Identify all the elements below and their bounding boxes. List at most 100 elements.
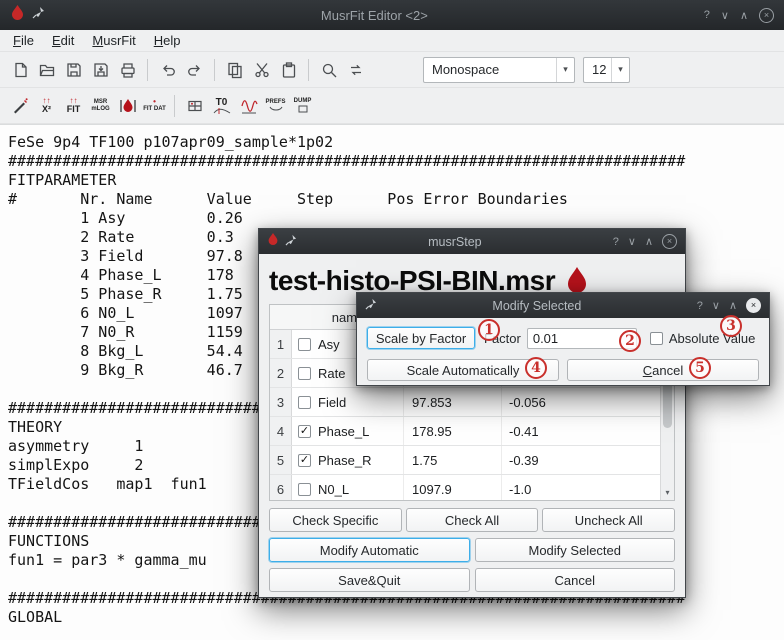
- calc-chisq-icon[interactable]: ↑↑X²: [33, 92, 60, 119]
- modify-titlebar[interactable]: Modify Selected ? ∨ ∧ ×: [357, 293, 769, 318]
- param-value: 178.95: [404, 417, 502, 445]
- app-window: MusrFit Editor <2> ? ∨ ∧ × File Edit Mus…: [0, 0, 784, 640]
- scroll-down-icon[interactable]: ▾: [661, 486, 674, 499]
- redo-icon[interactable]: [181, 56, 208, 83]
- maximize-icon[interactable]: ∧: [645, 235, 653, 248]
- msr2data-icon[interactable]: [181, 92, 208, 119]
- param-value: 1097.9: [404, 475, 502, 501]
- musrfit-logo-icon: [267, 232, 279, 251]
- save-icon[interactable]: [60, 56, 87, 83]
- row-checkbox[interactable]: ✓: [298, 454, 311, 467]
- param-name: Asy: [318, 337, 340, 352]
- pin-icon[interactable]: [285, 233, 297, 251]
- toolbar-separator: [174, 95, 175, 117]
- copy-icon[interactable]: [221, 56, 248, 83]
- app-icon: [10, 4, 25, 26]
- musr-step-icon[interactable]: [114, 92, 141, 119]
- musr-prefs-icon[interactable]: PREFS: [262, 92, 289, 119]
- pin-icon[interactable]: [32, 6, 45, 24]
- menu-help[interactable]: Help: [145, 31, 190, 50]
- font-family-combobox[interactable]: Monospace ▾: [423, 57, 575, 83]
- musr-t0-icon[interactable]: T0: [208, 92, 235, 119]
- help-icon[interactable]: ?: [704, 9, 710, 21]
- uncheck-all-button[interactable]: Uncheck All: [542, 508, 675, 532]
- modify-selected-button[interactable]: Modify Selected: [475, 538, 676, 562]
- paste-icon[interactable]: [275, 56, 302, 83]
- save-quit-button[interactable]: Save&Quit: [269, 568, 470, 592]
- factor-input[interactable]: [527, 328, 637, 349]
- table-row[interactable]: 4 ✓Phase_L 178.95 -0.41: [270, 417, 674, 446]
- menu-musrfit[interactable]: MusrFit: [83, 31, 144, 50]
- param-step: -0.41: [502, 417, 674, 445]
- param-step: -1.0: [502, 475, 674, 501]
- param-name: N0_L: [318, 482, 349, 497]
- param-value: 1.75: [404, 446, 502, 474]
- param-step: -0.39: [502, 446, 674, 474]
- minimize-icon[interactable]: ∨: [721, 9, 729, 22]
- check-specific-button[interactable]: Check Specific: [269, 508, 402, 532]
- window-title: MusrFit Editor <2>: [45, 8, 704, 23]
- close-icon[interactable]: ×: [662, 234, 677, 249]
- scale-by-factor-button[interactable]: Scale by Factor: [367, 327, 475, 349]
- scale-automatically-button[interactable]: Scale Automatically: [367, 359, 559, 381]
- font-size-combobox[interactable]: 12 ▾: [583, 57, 630, 83]
- chevron-down-icon[interactable]: ▾: [556, 58, 574, 82]
- chevron-down-icon[interactable]: ▾: [611, 58, 629, 82]
- table-row[interactable]: 3 Field 97.853 -0.056: [270, 388, 674, 417]
- musr-ft-icon[interactable]: [235, 92, 262, 119]
- open-folder-icon[interactable]: [33, 56, 60, 83]
- musrstep-dialog: musrStep ? ∨ ∧ × test-histo-PSI-BIN.msr …: [258, 228, 686, 598]
- close-icon[interactable]: ×: [746, 298, 761, 313]
- musr-wiz-icon[interactable]: [6, 92, 33, 119]
- toolbar-separator: [147, 59, 148, 81]
- row-checkbox[interactable]: [298, 367, 311, 380]
- new-file-icon[interactable]: [6, 56, 33, 83]
- help-icon[interactable]: ?: [613, 236, 619, 248]
- undo-icon[interactable]: [154, 56, 181, 83]
- absolute-value-label: Absolute Value: [669, 331, 756, 346]
- dialog-title: Modify Selected: [377, 299, 697, 313]
- check-all-button[interactable]: Check All: [406, 508, 539, 532]
- row-checkbox[interactable]: ✓: [298, 425, 311, 438]
- musr-dump-icon[interactable]: DUMP: [289, 92, 316, 119]
- find-replace-icon[interactable]: [342, 56, 369, 83]
- cancel-button[interactable]: Cancel: [475, 568, 676, 592]
- musr-view-icon[interactable]: •FIT DAT: [141, 92, 168, 119]
- toolbar-separator: [308, 59, 309, 81]
- menu-edit[interactable]: Edit: [43, 31, 83, 50]
- table-row[interactable]: 5 ✓Phase_R 1.75 -0.39: [270, 446, 674, 475]
- titlebar: MusrFit Editor <2> ? ∨ ∧ ×: [0, 0, 784, 30]
- menubar: File Edit MusrFit Help: [0, 30, 784, 52]
- help-icon[interactable]: ?: [697, 300, 703, 312]
- cut-icon[interactable]: [248, 56, 275, 83]
- font-family-value: Monospace: [424, 62, 556, 77]
- absolute-value-checkbox[interactable]: [650, 332, 663, 345]
- param-value: 97.853: [404, 388, 502, 416]
- modify-automatic-button[interactable]: Modify Automatic: [269, 538, 470, 562]
- row-checkbox[interactable]: [298, 396, 311, 409]
- table-row[interactable]: 6 N0_L 1097.9 -1.0: [270, 475, 674, 501]
- param-name: Phase_L: [318, 424, 369, 439]
- musrfit-toolbar: ↑↑X² ↑↑FIT MSR mLOG •FIT DAT T0 PREFS DU…: [0, 88, 784, 124]
- musr-fit-icon[interactable]: ↑↑FIT: [60, 92, 87, 119]
- musrstep-titlebar[interactable]: musrStep ? ∨ ∧ ×: [259, 229, 685, 254]
- font-size-value: 12: [584, 62, 611, 77]
- menu-file[interactable]: File: [4, 31, 43, 50]
- minimize-icon[interactable]: ∨: [712, 299, 720, 312]
- cancel-button[interactable]: Cancel: [567, 359, 759, 381]
- close-icon[interactable]: ×: [759, 8, 774, 23]
- modify-selected-dialog: Modify Selected ? ∨ ∧ × Scale by Factor …: [356, 292, 770, 386]
- msr-mlog-swap-icon[interactable]: MSR mLOG: [87, 92, 114, 119]
- save-as-icon[interactable]: [87, 56, 114, 83]
- dialog-title: musrStep: [297, 235, 613, 249]
- toolbar-separator: [214, 59, 215, 81]
- maximize-icon[interactable]: ∧: [740, 9, 748, 22]
- maximize-icon[interactable]: ∧: [729, 299, 737, 312]
- row-checkbox[interactable]: [298, 338, 311, 351]
- find-icon[interactable]: [315, 56, 342, 83]
- pin-icon[interactable]: [365, 297, 377, 315]
- row-checkbox[interactable]: [298, 483, 311, 496]
- print-icon[interactable]: [114, 56, 141, 83]
- minimize-icon[interactable]: ∨: [628, 235, 636, 248]
- param-name: Phase_R: [318, 453, 371, 468]
